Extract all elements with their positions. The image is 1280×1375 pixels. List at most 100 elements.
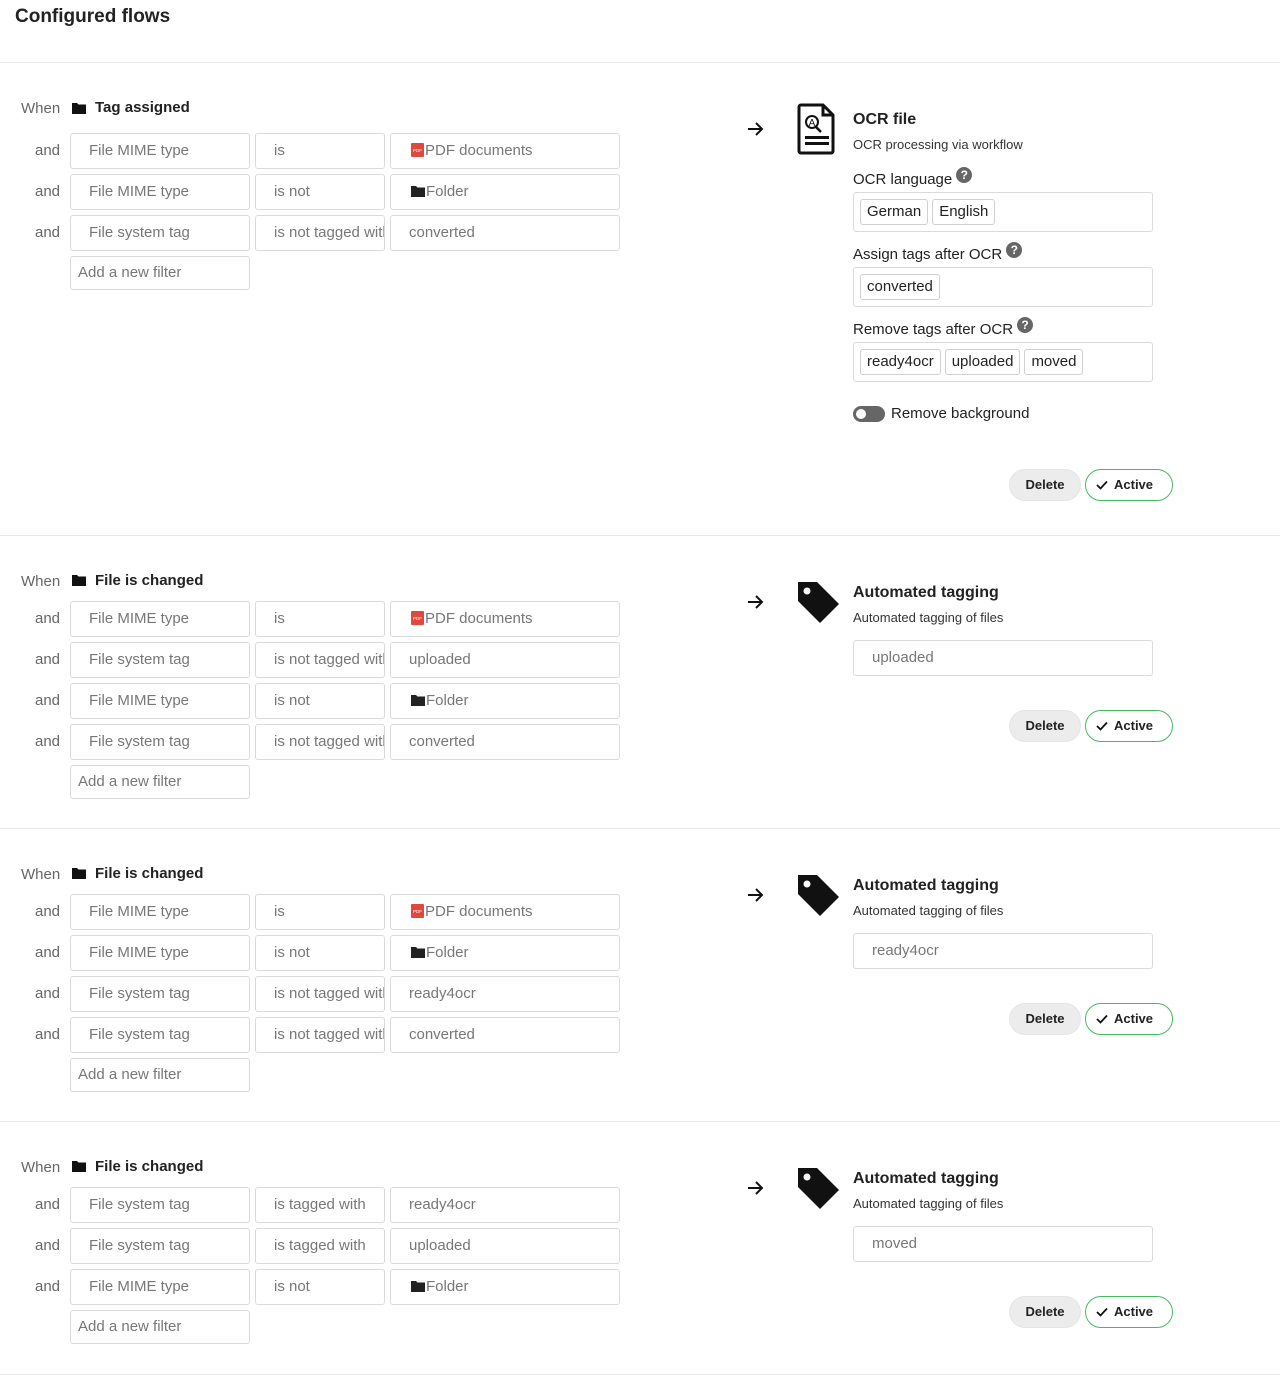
delete-button[interactable]: Delete xyxy=(1009,710,1081,742)
check-select[interactable]: File MIME type xyxy=(70,601,250,637)
check-select[interactable]: File MIME type xyxy=(70,935,250,971)
operator-select[interactable]: is not tagged with xyxy=(255,215,385,251)
operator-select[interactable]: is tagged with xyxy=(255,1187,385,1223)
value-select[interactable]: Folder xyxy=(390,174,620,210)
check-row: and File MIME type is not Folder xyxy=(0,1269,640,1305)
tag-chip[interactable]: uploaded xyxy=(944,349,1021,375)
check-select[interactable]: File MIME type xyxy=(70,894,250,930)
add-filter-select[interactable]: Add a new filter xyxy=(70,1310,250,1344)
check-select[interactable]: File system tag xyxy=(70,1228,250,1264)
operator-select[interactable]: is not xyxy=(255,683,385,719)
tag-icon xyxy=(798,582,839,623)
check-select[interactable]: File MIME type xyxy=(70,1269,250,1305)
operator-select[interactable]: is not tagged with xyxy=(255,1017,385,1053)
ocr-language-select[interactable]: German English xyxy=(853,192,1153,232)
value-input[interactable]: ready4ocr xyxy=(390,1187,620,1223)
operation-description: Automated tagging of files xyxy=(853,1196,1004,1211)
tag-chip[interactable]: ready4ocr xyxy=(860,349,941,375)
active-button[interactable]: Active xyxy=(1085,710,1173,742)
value-select[interactable]: PDF PDF documents xyxy=(390,601,620,637)
operator-select[interactable]: is tagged with xyxy=(255,1228,385,1264)
and-label: and xyxy=(35,733,61,750)
operator-select[interactable]: is not tagged with xyxy=(255,724,385,760)
operator-select[interactable]: is not tagged with xyxy=(255,642,385,678)
active-button[interactable]: Active xyxy=(1085,1003,1173,1035)
operator-select[interactable]: is xyxy=(255,894,385,930)
operation-description: Automated tagging of files xyxy=(853,610,1004,625)
operator-select[interactable]: is xyxy=(255,601,385,637)
check-select[interactable]: File system tag xyxy=(70,976,250,1012)
operator-select[interactable]: is xyxy=(255,133,385,169)
value-text: PDF documents xyxy=(425,610,533,627)
remove-tags-select[interactable]: ready4ocr uploaded moved xyxy=(853,342,1153,382)
check-icon xyxy=(1096,1014,1108,1024)
operator-select[interactable]: is not tagged with xyxy=(255,976,385,1012)
check-select[interactable]: File system tag xyxy=(70,642,250,678)
value-input[interactable]: converted xyxy=(390,215,620,251)
folder-icon xyxy=(72,868,86,879)
value-select[interactable]: PDF PDF documents xyxy=(390,133,620,169)
folder-icon xyxy=(72,103,86,114)
operator-select[interactable]: is not xyxy=(255,1269,385,1305)
help-icon[interactable]: ? xyxy=(956,167,973,183)
tag-icon xyxy=(798,875,839,916)
folder-icon xyxy=(411,946,425,958)
value-select[interactable]: Folder xyxy=(390,935,620,971)
check-select[interactable]: File MIME type xyxy=(70,174,250,210)
operation-description: OCR processing via workflow xyxy=(853,137,1023,152)
assign-tags-select[interactable]: converted xyxy=(853,267,1153,307)
value-text: PDF documents xyxy=(425,903,533,920)
remove-background-toggle[interactable] xyxy=(853,406,885,422)
flow-card: When File is changed and File system tag… xyxy=(0,1121,1280,1375)
active-button[interactable]: Active xyxy=(1085,469,1173,501)
event-name: File is changed xyxy=(95,865,204,882)
tag-input[interactable]: moved xyxy=(853,1226,1153,1262)
tag-input[interactable]: ready4ocr xyxy=(853,933,1153,969)
and-label: and xyxy=(35,651,61,668)
check-select[interactable]: File system tag xyxy=(70,215,250,251)
delete-button[interactable]: Delete xyxy=(1009,1003,1081,1035)
check-select[interactable]: File MIME type xyxy=(70,133,250,169)
and-label: and xyxy=(35,692,61,709)
tag-chip[interactable]: moved xyxy=(1024,349,1084,375)
value-input[interactable]: uploaded xyxy=(390,1228,620,1264)
check-select[interactable]: File system tag xyxy=(70,1187,250,1223)
page-title: Configured flows xyxy=(15,6,171,27)
value-select[interactable]: PDF PDF documents xyxy=(390,894,620,930)
check-row: and File system tag is not tagged with c… xyxy=(0,215,640,251)
value-text: PDF documents xyxy=(425,142,533,159)
add-filter-select[interactable]: Add a new filter xyxy=(70,765,250,799)
value-input[interactable]: converted xyxy=(390,1017,620,1053)
help-icon[interactable]: ? xyxy=(1006,242,1023,258)
tag-input[interactable]: uploaded xyxy=(853,640,1153,676)
operator-select[interactable]: is not xyxy=(255,935,385,971)
delete-button[interactable]: Delete xyxy=(1009,469,1081,501)
language-chip[interactable]: English xyxy=(932,199,996,225)
check-select[interactable]: File system tag xyxy=(70,1017,250,1053)
value-select[interactable]: Folder xyxy=(390,683,620,719)
check-row: and File MIME type is not Folder xyxy=(0,174,640,210)
check-icon xyxy=(1096,721,1108,731)
svg-text:PDF: PDF xyxy=(413,616,422,621)
help-icon[interactable]: ? xyxy=(1017,317,1034,333)
language-chip[interactable]: German xyxy=(860,199,929,225)
add-filter-select[interactable]: Add a new filter xyxy=(70,256,250,290)
check-select[interactable]: File system tag xyxy=(70,724,250,760)
operation-description: Automated tagging of files xyxy=(853,903,1004,918)
value-text: Folder xyxy=(426,183,469,200)
value-input[interactable]: uploaded xyxy=(390,642,620,678)
value-select[interactable]: Folder xyxy=(390,1269,620,1305)
svg-text:PDF: PDF xyxy=(413,148,422,153)
value-input[interactable]: ready4ocr xyxy=(390,976,620,1012)
tag-chip[interactable]: converted xyxy=(860,274,940,300)
remove-background-label: Remove background xyxy=(891,405,1030,422)
and-label: and xyxy=(35,985,61,1002)
active-button[interactable]: Active xyxy=(1085,1296,1173,1328)
add-filter-select[interactable]: Add a new filter xyxy=(70,1058,250,1092)
and-label: and xyxy=(35,1237,61,1254)
operator-select[interactable]: is not xyxy=(255,174,385,210)
delete-button[interactable]: Delete xyxy=(1009,1296,1081,1328)
value-input[interactable]: converted xyxy=(390,724,620,760)
when-label: When xyxy=(21,573,61,590)
check-select[interactable]: File MIME type xyxy=(70,683,250,719)
